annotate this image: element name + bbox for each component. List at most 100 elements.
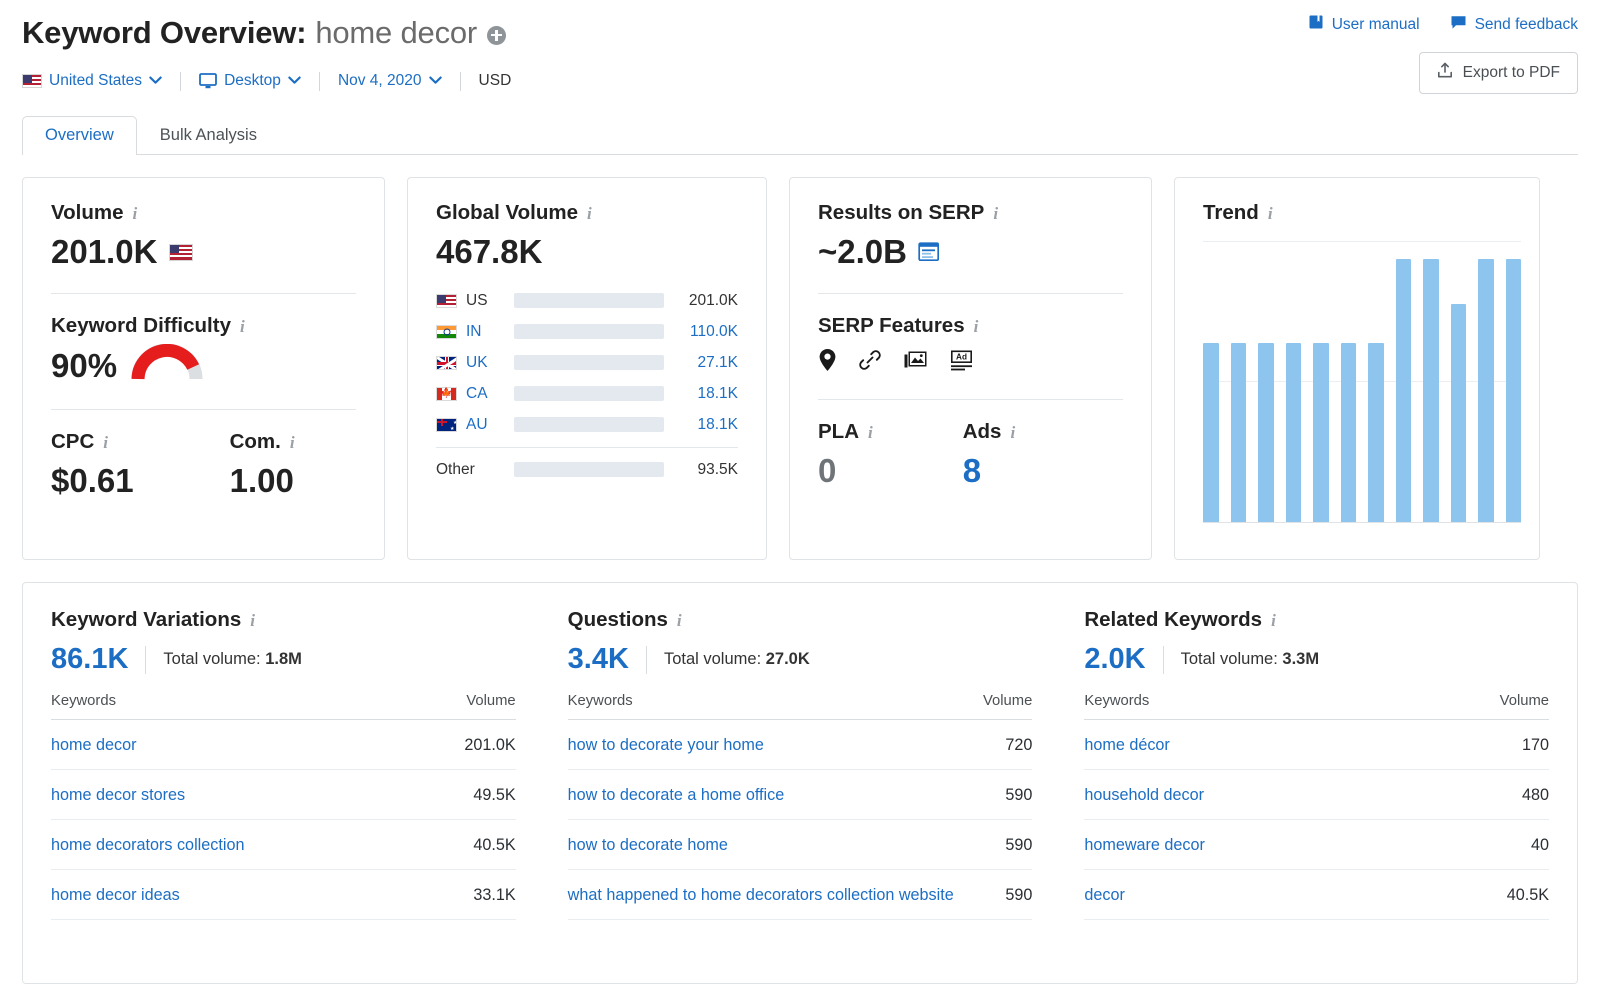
- device-filter[interactable]: Desktop: [199, 72, 301, 90]
- trend-bar[interactable]: [1506, 259, 1522, 522]
- keyword-variations-title-row: Keyword Variations i: [51, 608, 516, 632]
- keyword-link[interactable]: home decorators collection: [51, 836, 244, 854]
- map-pin-icon[interactable]: [818, 348, 837, 372]
- keyword-link[interactable]: home decor: [51, 736, 136, 754]
- pla-info-icon[interactable]: i: [868, 424, 873, 441]
- serp-preview-icon[interactable]: [918, 241, 942, 263]
- keyword-link[interactable]: homeware decor: [1084, 836, 1205, 854]
- cpc-info-icon[interactable]: i: [103, 434, 108, 451]
- country-row[interactable]: ★ ★ AU 18.1K: [436, 409, 738, 440]
- trend-info-icon[interactable]: i: [1268, 205, 1273, 222]
- country-filter[interactable]: United States: [22, 72, 162, 90]
- table-row: how to decorate home 590: [568, 820, 1033, 870]
- tab-bulk-analysis[interactable]: Bulk Analysis: [137, 116, 280, 155]
- keyword-variations-total: Total volume: 1.8M: [163, 650, 301, 669]
- results-on-serp-value: ~2.0B: [818, 233, 907, 271]
- ads-info-icon[interactable]: i: [1010, 424, 1015, 441]
- trend-bar[interactable]: [1341, 343, 1357, 522]
- questions-info-icon[interactable]: i: [677, 612, 682, 629]
- cpc-value: $0.61: [51, 462, 134, 500]
- serp-features-info-icon[interactable]: i: [974, 318, 979, 335]
- questions-column: Questions i 3.4K Total volume: 27.0K Key…: [544, 583, 1061, 983]
- country-row[interactable]: 🍁 CA 18.1K: [436, 378, 738, 409]
- date-filter[interactable]: Nov 4, 2020: [338, 72, 442, 90]
- trend-bar[interactable]: [1258, 343, 1274, 522]
- other-volume-value: 93.5K: [664, 461, 738, 479]
- questions-stats: 3.4K Total volume: 27.0K: [568, 643, 1033, 676]
- keyword-link[interactable]: what happened to home decorators collect…: [568, 886, 954, 904]
- competition-info-icon[interactable]: i: [290, 434, 295, 451]
- filter-divider: [319, 72, 320, 91]
- keyword-link[interactable]: how to decorate a home office: [568, 786, 785, 804]
- trend-bar[interactable]: [1451, 304, 1467, 522]
- keyword-link[interactable]: household decor: [1084, 786, 1204, 804]
- trend-bar[interactable]: [1203, 343, 1219, 522]
- ads-top-icon[interactable]: Ad: [949, 349, 974, 372]
- global-volume-info-icon[interactable]: i: [587, 205, 592, 222]
- flag-us-icon: [436, 294, 457, 308]
- keyword-link[interactable]: home decor ideas: [51, 886, 180, 904]
- export-to-pdf-button[interactable]: Export to PDF: [1419, 52, 1578, 94]
- related-keywords-info-icon[interactable]: i: [1271, 612, 1276, 629]
- keyword-link[interactable]: decor: [1084, 886, 1125, 904]
- keyword-difficulty-label-row: Keyword Difficulty i: [51, 314, 356, 338]
- trend-bar[interactable]: [1478, 259, 1494, 522]
- chat-bubble-icon: [1450, 14, 1467, 35]
- flag-au-icon: ★ ★: [436, 418, 457, 432]
- keyword-variations-title: Keyword Variations: [51, 608, 241, 632]
- tab-underline: [22, 154, 1578, 155]
- results-on-serp-info-icon[interactable]: i: [993, 205, 998, 222]
- volume-cell: 590: [972, 770, 1032, 820]
- keyword-difficulty-info-icon[interactable]: i: [240, 318, 245, 335]
- keyword-link[interactable]: how to decorate home: [568, 836, 728, 854]
- country-row[interactable]: UK 27.1K: [436, 347, 738, 378]
- trend-bar[interactable]: [1368, 343, 1384, 522]
- add-keyword-icon[interactable]: [487, 26, 506, 45]
- tab-bar: Overview Bulk Analysis: [22, 116, 1578, 155]
- trend-bar[interactable]: [1313, 343, 1329, 522]
- image-pack-icon[interactable]: [903, 349, 928, 371]
- global-volume-label-row: Global Volume i: [436, 201, 738, 225]
- filter-divider: [460, 72, 461, 91]
- table-row: household decor 480: [1084, 770, 1549, 820]
- trend-bar[interactable]: [1231, 343, 1247, 522]
- keyword-link[interactable]: how to decorate your home: [568, 736, 764, 754]
- keyword-cell: how to decorate your home: [568, 720, 972, 770]
- link-icon[interactable]: [858, 348, 882, 372]
- column-header-keywords[interactable]: Keywords: [1084, 693, 1408, 720]
- country-row[interactable]: IN 110.0K: [436, 316, 738, 347]
- send-feedback-link[interactable]: Send feedback: [1450, 14, 1578, 35]
- trend-bar[interactable]: [1396, 259, 1412, 522]
- divider: [51, 409, 356, 410]
- ads-value[interactable]: 8: [963, 452, 1015, 490]
- keyword-cell: home decor stores: [51, 770, 404, 820]
- trend-bar[interactable]: [1286, 343, 1302, 522]
- country-volume-bar-track: [514, 417, 664, 432]
- column-header-keywords[interactable]: Keywords: [51, 693, 404, 720]
- user-manual-link[interactable]: User manual: [1308, 14, 1420, 35]
- ads-block: Ads i 8: [963, 420, 1015, 490]
- column-header-keywords[interactable]: Keywords: [568, 693, 972, 720]
- keyword-variations-count[interactable]: 86.1K: [51, 643, 128, 676]
- questions-count[interactable]: 3.4K: [568, 643, 629, 676]
- serp-card: Results on SERP i ~2.0B SERP Featur: [789, 177, 1152, 560]
- tab-overview[interactable]: Overview: [22, 116, 137, 155]
- related-keywords-count[interactable]: 2.0K: [1084, 643, 1145, 676]
- keyword-link[interactable]: home décor: [1084, 736, 1169, 754]
- volume-info-icon[interactable]: i: [133, 205, 138, 222]
- keyword-variations-info-icon[interactable]: i: [250, 612, 255, 629]
- filter-divider: [180, 72, 181, 91]
- column-header-volume[interactable]: Volume: [404, 693, 516, 720]
- results-on-serp-label: Results on SERP: [818, 201, 984, 225]
- column-header-volume[interactable]: Volume: [972, 693, 1032, 720]
- header-actions: User manual Send feedback: [1308, 14, 1578, 94]
- country-code: IN: [466, 323, 514, 341]
- monitor-icon: [199, 73, 217, 89]
- global-volume-country-list: US 201.0K IN 110.0K: [436, 285, 738, 485]
- keyword-link[interactable]: home decor stores: [51, 786, 185, 804]
- related-keywords-column: Related Keywords i 2.0K Total volume: 3.…: [1060, 583, 1577, 983]
- country-filter-label: United States: [49, 72, 142, 90]
- country-row[interactable]: US 201.0K: [436, 285, 738, 316]
- column-header-volume[interactable]: Volume: [1408, 693, 1549, 720]
- trend-bar[interactable]: [1423, 259, 1439, 522]
